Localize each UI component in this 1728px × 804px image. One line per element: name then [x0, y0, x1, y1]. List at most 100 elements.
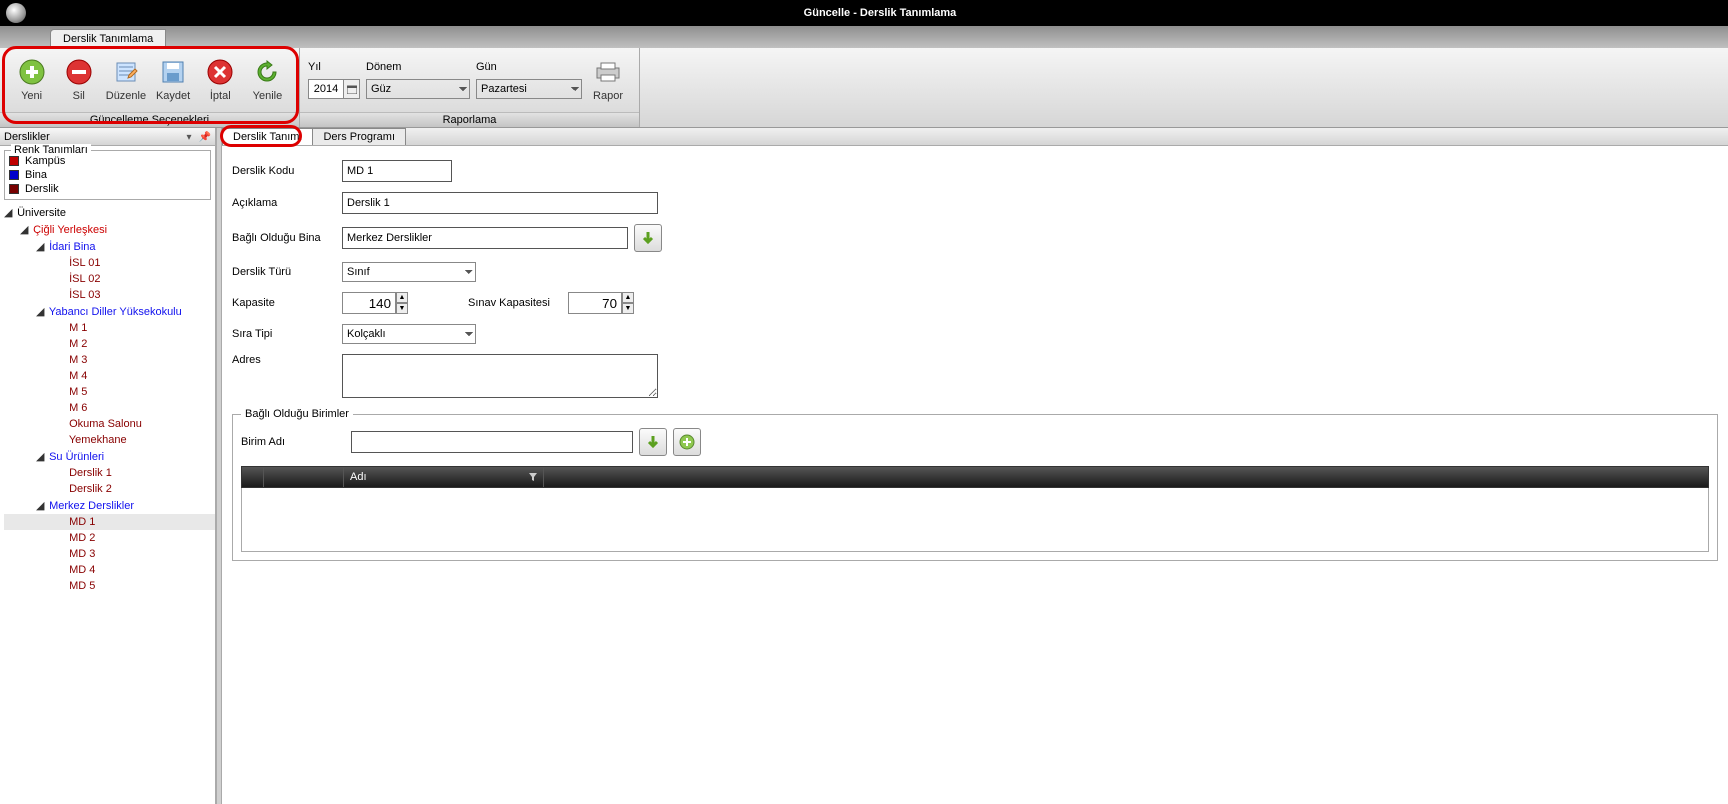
- pin-icon[interactable]: 📌: [199, 132, 211, 143]
- tree-node[interactable]: M 5: [4, 384, 215, 400]
- grid-adi-col[interactable]: Adı: [344, 467, 544, 487]
- birim-adi-label: Birim Adı: [241, 436, 351, 448]
- tree-node[interactable]: ◢ Merkez Derslikler: [4, 497, 215, 514]
- plus-circle-icon: [18, 58, 46, 86]
- edit-icon: [112, 58, 140, 86]
- tree-node[interactable]: M 1: [4, 320, 215, 336]
- sira-tipi-label: Sıra Tipi: [232, 328, 342, 340]
- grid-empty-col[interactable]: [264, 467, 344, 487]
- bagli-bina-input[interactable]: [342, 227, 628, 249]
- aciklama-input[interactable]: [342, 192, 658, 214]
- derslik-turu-combo[interactable]: Sınıf: [342, 262, 476, 282]
- birim-adi-input[interactable]: [351, 431, 633, 453]
- birim-add-button[interactable]: [673, 428, 701, 456]
- legend-label: Derslik: [25, 183, 59, 195]
- content-row: Derslikler ▾ 📌 Renk Tanımları KampüsBina…: [0, 128, 1728, 804]
- tree-node[interactable]: ◢ Su Ürünleri: [4, 448, 215, 465]
- birimler-fieldset: Bağlı Olduğu Birimler Birim Adı Adı: [232, 408, 1718, 561]
- legend-swatch: [9, 170, 19, 180]
- gun-combo[interactable]: Pazartesi: [476, 79, 582, 99]
- grid-adi-label: Adı: [350, 471, 367, 483]
- kaydet-button[interactable]: Kaydet: [150, 58, 197, 102]
- tab-ders-programi[interactable]: Ders Programı: [312, 128, 406, 145]
- legend-swatch: [9, 184, 19, 194]
- form-area: Derslik Kodu Açıklama Bağlı Olduğu Bina …: [222, 146, 1728, 804]
- tree-node[interactable]: Yemekhane: [4, 432, 215, 448]
- tree-node[interactable]: Okuma Salonu: [4, 416, 215, 432]
- tree-node[interactable]: MD 1: [4, 514, 215, 530]
- sidebar-title: Derslikler: [4, 131, 50, 143]
- sil-button[interactable]: Sil: [55, 58, 102, 102]
- dropdown-icon[interactable]: ▾: [186, 132, 191, 143]
- tree-node[interactable]: İSL 01: [4, 255, 215, 271]
- bagli-bina-lookup-button[interactable]: [634, 224, 662, 252]
- app-orb-icon[interactable]: [6, 3, 26, 23]
- birim-grid-body[interactable]: [241, 488, 1709, 552]
- tree-node[interactable]: ◢ Yabancı Diller Yüksekokulu: [4, 303, 215, 320]
- minus-circle-icon: [65, 58, 93, 86]
- yenile-label: Yenile: [253, 90, 283, 102]
- tree-node[interactable]: ◢ Üniversite: [4, 204, 215, 221]
- kapasite-label: Kapasite: [232, 297, 342, 309]
- tree[interactable]: ◢ Üniversite◢ Çiğli Yerleşkesi◢ İdari Bi…: [0, 204, 215, 804]
- tree-node[interactable]: M 3: [4, 352, 215, 368]
- rapor-button[interactable]: Rapor: [585, 58, 631, 102]
- legend-label: Kampüs: [25, 155, 65, 167]
- gun-label: Gün: [476, 61, 582, 73]
- tab-derslik-tanimi[interactable]: Derslik Tanımı: [222, 128, 313, 145]
- cancel-icon: [206, 58, 234, 86]
- sinav-down[interactable]: ▼: [622, 303, 634, 314]
- adres-input[interactable]: [342, 354, 658, 398]
- tree-node[interactable]: MD 4: [4, 562, 215, 578]
- kapasite-down[interactable]: ▼: [396, 303, 408, 314]
- aciklama-label: Açıklama: [232, 197, 342, 209]
- tree-node[interactable]: İSL 02: [4, 271, 215, 287]
- derslik-kodu-input[interactable]: [342, 160, 452, 182]
- adres-label: Adres: [232, 354, 342, 366]
- document-tab[interactable]: Derslik Tanımlama: [50, 29, 166, 48]
- iptal-button[interactable]: İptal: [197, 58, 244, 102]
- sira-tipi-combo[interactable]: Kolçaklı: [342, 324, 476, 344]
- plus-circle-icon: [679, 434, 695, 450]
- tree-node[interactable]: Derslik 2: [4, 481, 215, 497]
- kaydet-label: Kaydet: [156, 90, 190, 102]
- tree-node[interactable]: M 6: [4, 400, 215, 416]
- donem-combo[interactable]: Güz: [366, 79, 470, 99]
- bagli-bina-label: Bağlı Olduğu Bina: [232, 232, 342, 244]
- birim-lookup-button[interactable]: [639, 428, 667, 456]
- tree-node[interactable]: MD 5: [4, 578, 215, 594]
- arrow-down-icon: [640, 230, 656, 246]
- kapasite-input[interactable]: [342, 292, 396, 314]
- calendar-icon[interactable]: [344, 79, 360, 99]
- duzenle-button[interactable]: Düzenle: [102, 58, 149, 102]
- birim-grid-header: Adı: [241, 466, 1709, 488]
- document-tabstrip: Derslik Tanımlama: [0, 26, 1728, 48]
- yeni-label: Yeni: [21, 90, 42, 102]
- legend-box: Renk Tanımları KampüsBinaDerslik: [4, 150, 211, 200]
- yenile-button[interactable]: Yenile: [244, 58, 291, 102]
- printer-icon: [594, 58, 622, 86]
- sinav-up[interactable]: ▲: [622, 292, 634, 303]
- tree-node[interactable]: Derslik 1: [4, 465, 215, 481]
- kapasite-up[interactable]: ▲: [396, 292, 408, 303]
- sinav-kapasitesi-input[interactable]: [568, 292, 622, 314]
- tree-node[interactable]: İSL 03: [4, 287, 215, 303]
- ribbon: Yeni Sil Düzenle Kaydet: [0, 48, 1728, 128]
- tree-node[interactable]: MD 3: [4, 546, 215, 562]
- window-titlebar: Güncelle - Derslik Tanımlama: [0, 0, 1728, 26]
- donem-label: Dönem: [366, 61, 470, 73]
- tree-node[interactable]: M 4: [4, 368, 215, 384]
- sidebar: Derslikler ▾ 📌 Renk Tanımları KampüsBina…: [0, 128, 216, 804]
- tree-node[interactable]: ◢ İdari Bina: [4, 238, 215, 255]
- tree-node[interactable]: ◢ Çiğli Yerleşkesi: [4, 221, 215, 238]
- legend-item: Derslik: [9, 183, 206, 195]
- yeni-button[interactable]: Yeni: [8, 58, 55, 102]
- grid-select-col[interactable]: [242, 467, 264, 487]
- filter-icon[interactable]: [529, 473, 537, 481]
- tree-node[interactable]: MD 2: [4, 530, 215, 546]
- legend-swatch: [9, 156, 19, 166]
- refresh-icon: [253, 58, 281, 86]
- birimler-legend: Bağlı Olduğu Birimler: [241, 408, 353, 420]
- yil-input[interactable]: [308, 79, 344, 99]
- tree-node[interactable]: M 2: [4, 336, 215, 352]
